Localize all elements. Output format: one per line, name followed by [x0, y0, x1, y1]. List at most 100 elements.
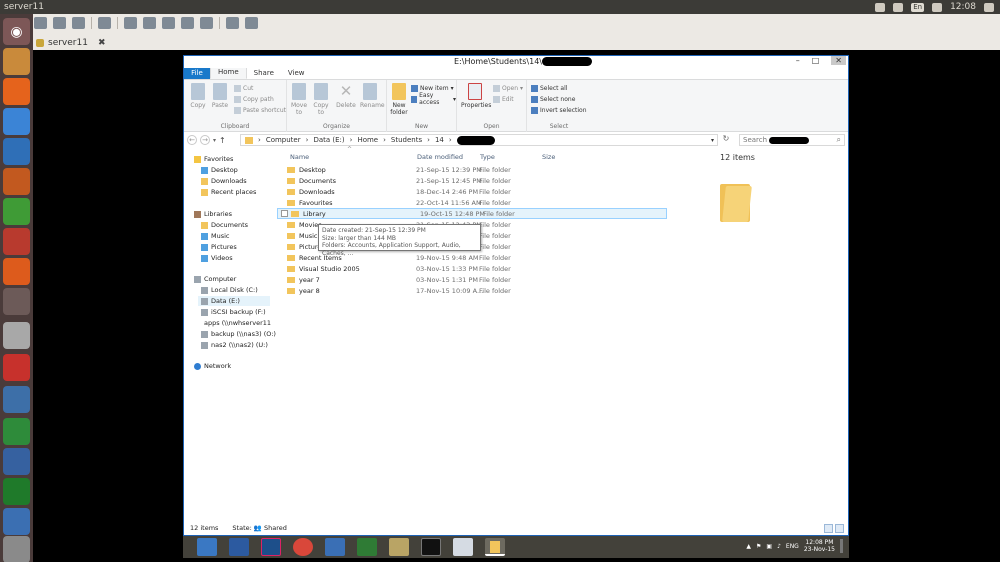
- breadcrumb-home[interactable]: Home: [357, 136, 378, 144]
- download-icon[interactable]: [226, 17, 239, 29]
- breadcrumb-students[interactable]: Students: [391, 136, 422, 144]
- dropdown-icon[interactable]: [143, 17, 156, 29]
- file-row[interactable]: Visual Studio 2005 03-Nov-15 1:33 PM File …: [277, 263, 667, 274]
- file-row[interactable]: Favourites 22-Oct-14 11:56 AM File folder: [277, 197, 667, 208]
- file-row[interactable]: year 8 17-Nov-15 10:09 A... File folder: [277, 285, 667, 296]
- nav-iscsi-backup[interactable]: iSCSI backup (F:): [201, 307, 266, 317]
- files-icon[interactable]: [3, 48, 30, 75]
- keyboard-layout-indicator[interactable]: En: [911, 2, 925, 12]
- taskbar-clock[interactable]: 12:08 PM 23-Nov-15: [804, 539, 835, 553]
- calc-icon[interactable]: [3, 198, 30, 225]
- flag-icon[interactable]: ⚑: [756, 543, 761, 550]
- keyboard-icon[interactable]: [98, 17, 111, 29]
- power-gear-icon[interactable]: [984, 2, 994, 12]
- nav-documents[interactable]: Documents: [201, 220, 248, 230]
- installer-icon[interactable]: [453, 538, 473, 556]
- workspace-icon[interactable]: [3, 288, 30, 315]
- connect-icon[interactable]: [34, 17, 47, 29]
- upload-icon[interactable]: [245, 17, 258, 29]
- copy-button[interactable]: Copy: [188, 83, 208, 109]
- settings-icon[interactable]: [200, 17, 213, 29]
- tab-view[interactable]: View: [281, 68, 312, 79]
- nav-computer[interactable]: Computer: [194, 274, 236, 284]
- refresh-icon[interactable]: ↻: [720, 134, 732, 146]
- tab-file[interactable]: File: [184, 68, 210, 79]
- tray-up-arrow-icon[interactable]: ▲: [746, 543, 751, 550]
- forward-arrow-icon[interactable]: →: [200, 135, 210, 145]
- edit-button[interactable]: Edit: [493, 94, 514, 104]
- address-dropdown-icon[interactable]: ▾: [711, 137, 714, 144]
- firefox-icon[interactable]: [3, 78, 30, 105]
- breadcrumb-data[interactable]: Data (E:): [313, 136, 344, 144]
- monitor-icon[interactable]: [3, 478, 30, 505]
- powershell-icon[interactable]: [229, 538, 249, 556]
- volume-icon[interactable]: [932, 2, 943, 12]
- nav-downloads[interactable]: Downloads: [201, 176, 247, 186]
- cmd-icon[interactable]: [421, 538, 441, 556]
- nav-apps-share[interactable]: apps (\\nwhserver11) (: [201, 318, 271, 328]
- properties-button[interactable]: Properties: [461, 83, 491, 109]
- back-arrow-icon[interactable]: ←: [187, 135, 197, 145]
- move-to-button[interactable]: Move to: [289, 83, 309, 116]
- select-none-button[interactable]: Select none: [531, 94, 575, 104]
- tab-server11[interactable]: server11 ✖: [36, 36, 106, 49]
- nav-libraries[interactable]: Libraries: [194, 209, 232, 219]
- breadcrumb-14[interactable]: 14: [435, 136, 444, 144]
- nav-favorites[interactable]: Favorites: [194, 154, 233, 164]
- file-row[interactable]: Desktop 21-Sep-15 12:39 PM File folder: [277, 164, 667, 175]
- row-checkbox[interactable]: [281, 210, 288, 217]
- terminal-icon[interactable]: [3, 448, 30, 475]
- nav-local-disk[interactable]: Local Disk (C:): [201, 285, 258, 295]
- maximize-button[interactable]: □: [812, 56, 820, 65]
- server-manager-icon[interactable]: [197, 538, 217, 556]
- language-indicator[interactable]: ENG: [786, 543, 799, 550]
- select-all-button[interactable]: Select all: [531, 83, 567, 93]
- dropdown-icon[interactable]: [72, 17, 85, 29]
- nav-data-drive[interactable]: Data (E:): [198, 296, 270, 306]
- close-button[interactable]: ✕: [831, 56, 846, 65]
- remote-desktop-icon[interactable]: [3, 386, 30, 413]
- rename-button[interactable]: Rename: [360, 83, 385, 109]
- trash-icon[interactable]: [3, 536, 30, 562]
- tab-share[interactable]: Share: [247, 68, 281, 79]
- breadcrumb-computer[interactable]: Computer: [266, 136, 301, 144]
- zoom-icon[interactable]: [124, 17, 137, 29]
- cut-button[interactable]: Cut: [234, 83, 253, 93]
- preferences-icon[interactable]: [181, 17, 194, 29]
- nav-backup-share[interactable]: backup (\\nas3) (O:): [201, 329, 276, 339]
- file-row[interactable]: Documents 21-Sep-15 12:45 PM File folder: [277, 175, 667, 186]
- nav-nas2-share[interactable]: nas2 (\\nas2) (U:): [201, 340, 268, 350]
- writer-icon[interactable]: [3, 138, 30, 165]
- search-input[interactable]: Search ⌕: [739, 134, 845, 146]
- paste-shortcut-button[interactable]: Paste shortcut: [234, 105, 286, 115]
- open-button[interactable]: Open ▾: [493, 83, 523, 93]
- up-arrow-icon[interactable]: ↑: [219, 136, 226, 145]
- remote-nav-icon[interactable]: [53, 17, 66, 29]
- close-tab-icon[interactable]: ✖: [98, 38, 106, 48]
- column-type[interactable]: Type: [480, 153, 495, 163]
- invert-selection-button[interactable]: Invert selection: [531, 105, 587, 115]
- software-center-icon[interactable]: [3, 258, 30, 285]
- system-settings-icon[interactable]: [3, 228, 30, 255]
- network-manager-icon[interactable]: [3, 508, 30, 535]
- minimize-button[interactable]: –: [796, 56, 800, 65]
- file-explorer-taskbar-icon[interactable]: [485, 538, 505, 556]
- screenshot-icon[interactable]: [162, 17, 175, 29]
- file-row[interactable]: Library 19-Oct-15 12:48 PM File folder: [277, 208, 667, 219]
- file-row[interactable]: year 7 03-Nov-15 1:31 PM File folder: [277, 274, 667, 285]
- paste-button[interactable]: Paste: [210, 83, 230, 109]
- x2go-icon[interactable]: [3, 418, 30, 445]
- recent-dropdown-icon[interactable]: ▾: [213, 137, 216, 144]
- column-size[interactable]: Size: [542, 153, 555, 163]
- address-bar[interactable]: › Computer › Data (E:) › Home › Students…: [240, 134, 718, 146]
- tree-app-icon[interactable]: [357, 538, 377, 556]
- ubuntu-dash-icon[interactable]: ◉: [3, 18, 30, 45]
- media-icon[interactable]: [3, 354, 30, 381]
- calculator-icon[interactable]: [325, 538, 345, 556]
- new-folder-button[interactable]: New folder: [389, 83, 409, 116]
- easy-access-button[interactable]: Easy access ▾: [411, 92, 456, 106]
- host-clock[interactable]: 12:08: [950, 0, 976, 14]
- dropbox-icon[interactable]: [875, 2, 886, 12]
- impress-icon[interactable]: [3, 168, 30, 195]
- details-view-icon[interactable]: [824, 524, 833, 533]
